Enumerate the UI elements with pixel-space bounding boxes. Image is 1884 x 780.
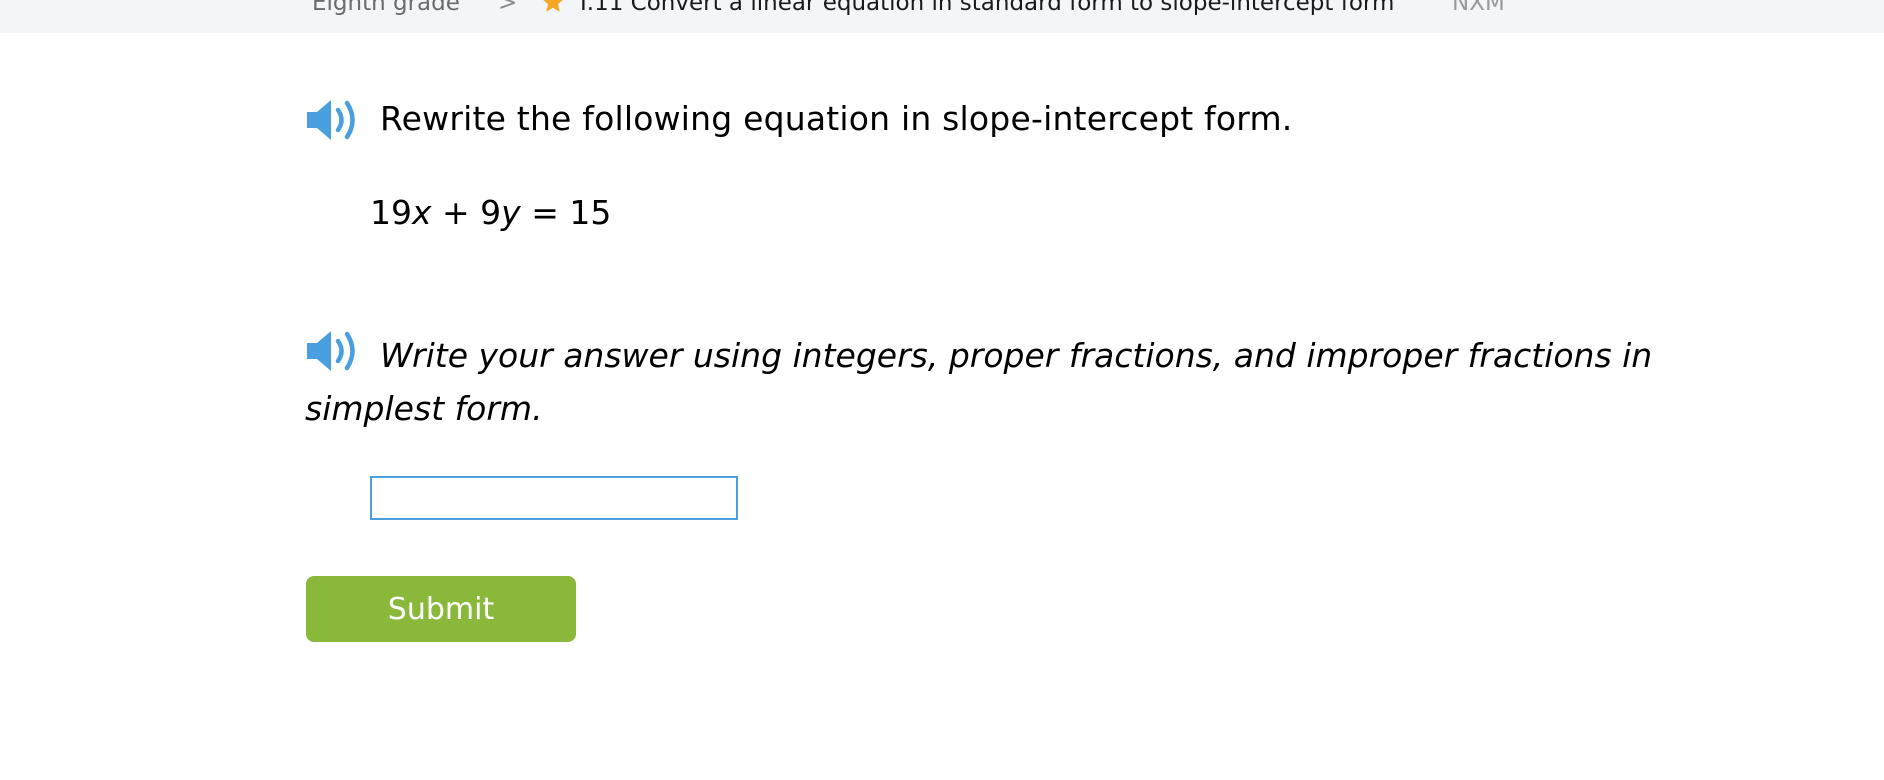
breadcrumb: Eighth grade > I.11 Convert a linear equ…	[0, 0, 1884, 33]
breadcrumb-grade-link[interactable]: Eighth grade	[312, 0, 460, 16]
equation: 19x + 9y = 15	[370, 193, 611, 232]
answer-input[interactable]	[370, 476, 738, 520]
y-coefficient: 9	[480, 193, 502, 232]
submit-button[interactable]: Submit	[306, 576, 576, 642]
y-variable: y	[501, 193, 521, 232]
breadcrumb-separator: >	[498, 0, 518, 16]
skill-code: NXM	[1452, 0, 1505, 16]
star-icon	[543, 0, 563, 12]
plus-sign: +	[431, 193, 481, 232]
x-variable: x	[412, 193, 432, 232]
equals-sign: =	[520, 193, 570, 232]
speaker-icon[interactable]	[305, 98, 361, 142]
answer-instruction: Write your answer using integers, proper…	[305, 336, 1653, 428]
right-hand-side: 15	[569, 193, 612, 232]
question-prompt: Rewrite the following equation in slope-…	[380, 99, 1293, 138]
x-coefficient: 19	[370, 193, 412, 232]
breadcrumb-skill-title: I.11 Convert a linear equation in standa…	[580, 0, 1395, 16]
